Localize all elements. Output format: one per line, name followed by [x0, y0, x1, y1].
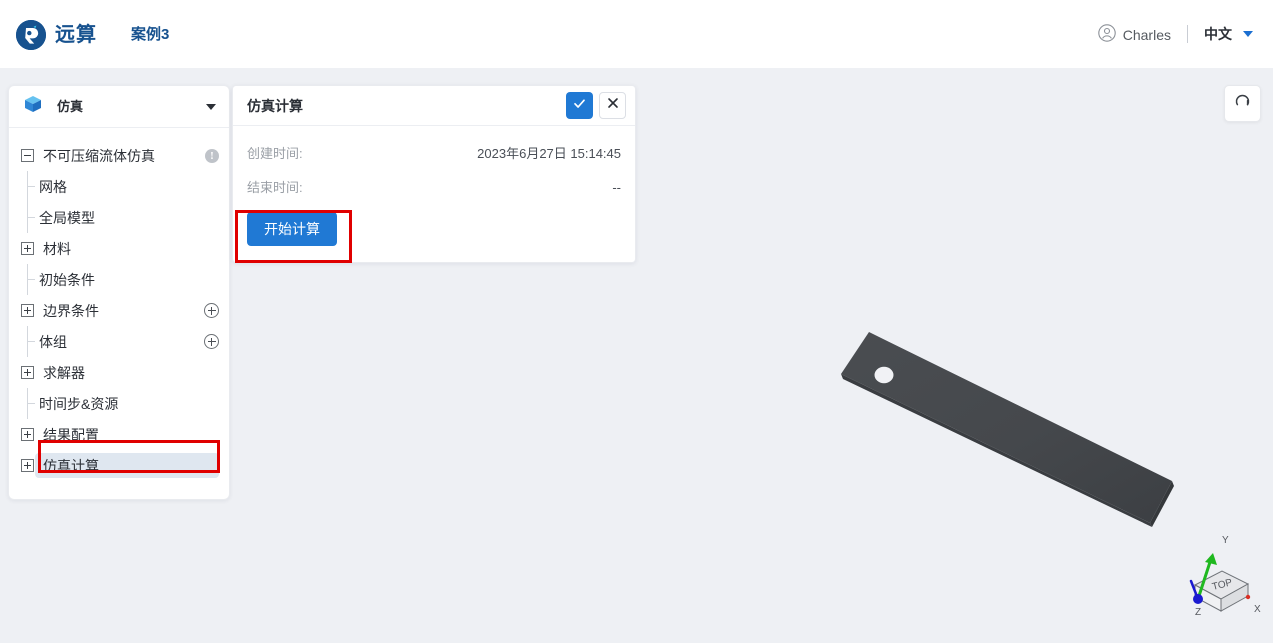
tree-connector-line [27, 388, 39, 419]
tree-item-label: 求解器 [43, 364, 85, 381]
tree-item-9[interactable]: 结果配置 [9, 419, 229, 450]
app-header: 远算 案例3 Charles 中文 [0, 0, 1273, 68]
expand-icon[interactable] [21, 428, 34, 441]
dialog-field-row: 结束时间: -- [247, 170, 621, 204]
user-name: Charles [1122, 26, 1171, 43]
tree-item-4[interactable]: 初始条件 [9, 264, 229, 295]
chevron-down-icon [1243, 31, 1253, 37]
tree-item-3[interactable]: 材料 [9, 233, 229, 264]
expand-icon[interactable] [21, 304, 34, 317]
tree-item-label: 结果配置 [43, 426, 99, 443]
gizmo-label-z: Z [1195, 607, 1201, 618]
dialog-field-label: 结束时间: [247, 179, 303, 195]
chevron-down-icon [206, 103, 216, 110]
dialog-footer: 开始计算 [233, 204, 635, 262]
sidebar-header[interactable]: 仿真 [9, 86, 229, 128]
expand-icon[interactable] [21, 459, 34, 472]
tree-item-1[interactable]: 网格 [9, 171, 229, 202]
add-circle-icon[interactable] [204, 303, 219, 318]
tree-item-label: 全局模型 [39, 209, 95, 226]
tree-item-action [204, 303, 219, 318]
tree-item-action [204, 334, 219, 349]
close-icon [606, 96, 620, 115]
tree-item-label: 体组 [39, 333, 67, 350]
add-circle-icon[interactable] [204, 334, 219, 349]
expand-icon[interactable] [21, 242, 34, 255]
tree-item-label: 材料 [43, 240, 71, 257]
language-label: 中文 [1204, 26, 1232, 42]
tree-item-label: 不可压缩流体仿真 [43, 147, 155, 164]
tree-item-5[interactable]: 边界条件 [9, 295, 229, 326]
reset-rotate-icon [1234, 93, 1251, 115]
reset-view-button[interactable] [1224, 85, 1261, 122]
info-badge-icon: ! [205, 148, 219, 163]
tree-item-0[interactable]: 不可压缩流体仿真! [9, 140, 229, 171]
dialog-body: 创建时间: 2023年6月27日 15:14:45 结束时间: -- [233, 126, 635, 204]
close-button[interactable] [599, 92, 626, 119]
tree-item-action: ! [205, 148, 219, 163]
brand-name: 远算 [55, 24, 97, 46]
user-menu[interactable]: Charles [1098, 23, 1171, 45]
tree-item-10[interactable]: 仿真计算 [9, 450, 229, 481]
dialog-field-row: 创建时间: 2023年6月27日 15:14:45 [247, 136, 621, 170]
tree-connector-line [27, 264, 39, 295]
brand[interactable]: 远算 [16, 20, 97, 50]
tree-item-8[interactable]: 时间步&资源 [9, 388, 229, 419]
tree-connector-line [27, 326, 39, 357]
tree-item-label: 网格 [39, 178, 67, 195]
gizmo-label-x: X [1254, 604, 1261, 615]
axis-gizmo[interactable]: TOP Y Z X [1169, 527, 1265, 623]
language-selector[interactable]: 中文 [1204, 24, 1253, 44]
start-calculation-button[interactable]: 开始计算 [247, 212, 337, 247]
project-name: 案例3 [131, 26, 170, 43]
check-icon [572, 96, 587, 116]
dialog-header: 仿真计算 [233, 86, 635, 126]
dialog-title: 仿真计算 [247, 97, 303, 114]
dialog-field-value: -- [612, 179, 621, 195]
tree-item-label: 边界条件 [43, 302, 99, 319]
tree-item-label: 仿真计算 [43, 457, 99, 474]
yuansuan-logo-icon [16, 20, 46, 50]
simulation-tree: 不可压缩流体仿真! 网格全局模型材料初始条件边界条件体组求解器时间步&资源结果配置… [9, 128, 229, 499]
tree-connector-line [27, 202, 39, 233]
gizmo-label-y: Y [1222, 535, 1229, 546]
tree-item-6[interactable]: 体组 [9, 326, 229, 357]
user-circle-icon [1098, 23, 1116, 45]
header-divider [1187, 25, 1188, 43]
confirm-button[interactable] [566, 92, 593, 119]
simulation-calculation-dialog: 仿真计算 创建时间: 2023年6月27日 15:14:45 结束时间: -- 开始计… [232, 85, 636, 264]
cube-icon [23, 94, 43, 119]
tree-item-7[interactable]: 求解器 [9, 357, 229, 388]
header-right-group: Charles 中文 [1098, 22, 1253, 46]
tree-item-label: 初始条件 [39, 271, 95, 288]
collapse-icon[interactable] [21, 149, 34, 162]
expand-icon[interactable] [21, 366, 34, 379]
dialog-field-value: 2023年6月27日 15:14:45 [477, 145, 621, 161]
tree-item-label: 时间步&资源 [39, 395, 119, 412]
tree-item-2[interactable]: 全局模型 [9, 202, 229, 233]
sidebar-title: 仿真 [57, 99, 84, 114]
tree-connector-line [27, 171, 39, 202]
dialog-field-label: 创建时间: [247, 145, 303, 161]
simulation-sidebar: 仿真 不可压缩流体仿真! 网格全局模型材料初始条件边界条件体组求解器时间步&资源结… [8, 85, 230, 500]
